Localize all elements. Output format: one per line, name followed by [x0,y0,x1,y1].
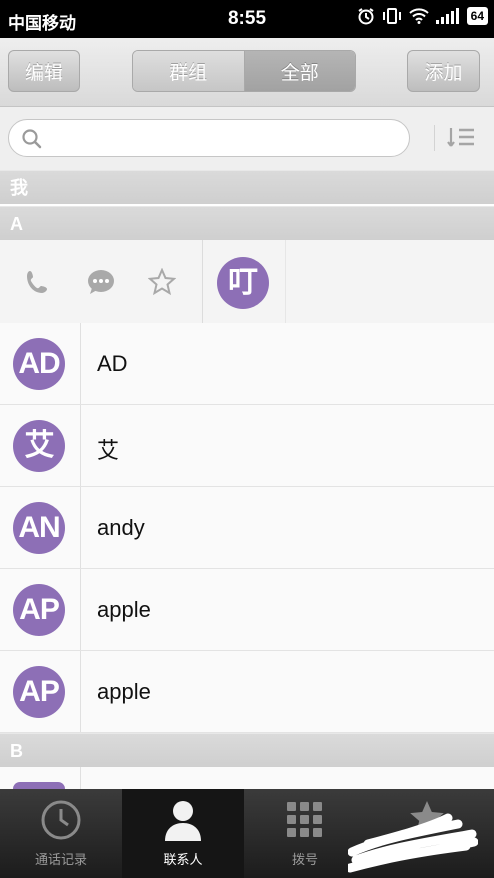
list-item[interactable]: AN andy [0,487,494,569]
list-item[interactable]: AD AD [0,323,494,405]
search-row [0,107,494,170]
message-icon[interactable] [86,268,116,296]
status-bar: 中国移动 8:55 64 [0,0,494,38]
tab-label: 通话记录 [34,852,87,867]
wifi-icon [408,8,429,24]
avatar: AP [13,584,65,636]
phone-icon[interactable] [24,268,52,296]
clock-icon [41,800,81,840]
avatar-cell: AN [0,487,81,568]
contact-name: apple [97,597,151,622]
list-item-partial[interactable] [0,767,494,789]
star-icon[interactable] [148,268,176,296]
vibrate-icon [382,8,401,24]
avatar-cell [0,767,81,789]
contact-name: apple [97,679,151,704]
avatar-cell: AP [0,651,81,732]
status-icons: 64 [357,7,488,25]
redaction-scribble [348,813,478,873]
section-header-b: B [0,733,494,767]
tab-call-log[interactable]: 通话记录 [0,789,122,878]
group-all-segmented-control: 群组 全部 [132,50,356,92]
avatar-cell: AD [0,323,81,404]
divider [434,125,435,151]
avatar: 叮 [217,257,269,309]
signal-icon [435,8,459,24]
divider [285,240,286,323]
avatar-cell: 艾 [0,405,81,486]
sort-icon[interactable] [446,125,476,151]
tab-groups[interactable]: 群组 [133,51,245,91]
avatar: AP [13,666,65,718]
contact-name: andy [97,515,145,540]
avatar: AN [13,502,65,554]
contact-name: 艾 [97,438,120,463]
contact-name: AD [97,351,128,376]
edit-button[interactable]: 编辑 [8,50,80,92]
list-item[interactable]: 艾 艾 [0,405,494,487]
top-bar: 编辑 群组 全部 添加 [0,38,494,107]
list-item[interactable]: AP apple [0,651,494,733]
divider [202,240,203,323]
avatar: 艾 [13,420,65,472]
tab-all[interactable]: 全部 [244,51,355,91]
avatar-cell: AP [0,569,81,650]
keypad-icon [287,802,322,837]
list-item[interactable]: AP apple [0,569,494,651]
alarm-icon [358,8,374,25]
battery-level: 64 [466,7,488,25]
person-icon [165,801,201,841]
tab-label: 联系人 [163,852,203,867]
search-input[interactable] [8,119,410,157]
search-icon [22,129,42,149]
add-contact-button[interactable]: 添加 [407,50,480,92]
avatar: AD [13,338,65,390]
section-header-a: A [0,206,494,240]
section-header-me: 我 [0,170,494,204]
tab-contacts[interactable]: 联系人 [122,789,244,878]
avatar [13,782,65,789]
